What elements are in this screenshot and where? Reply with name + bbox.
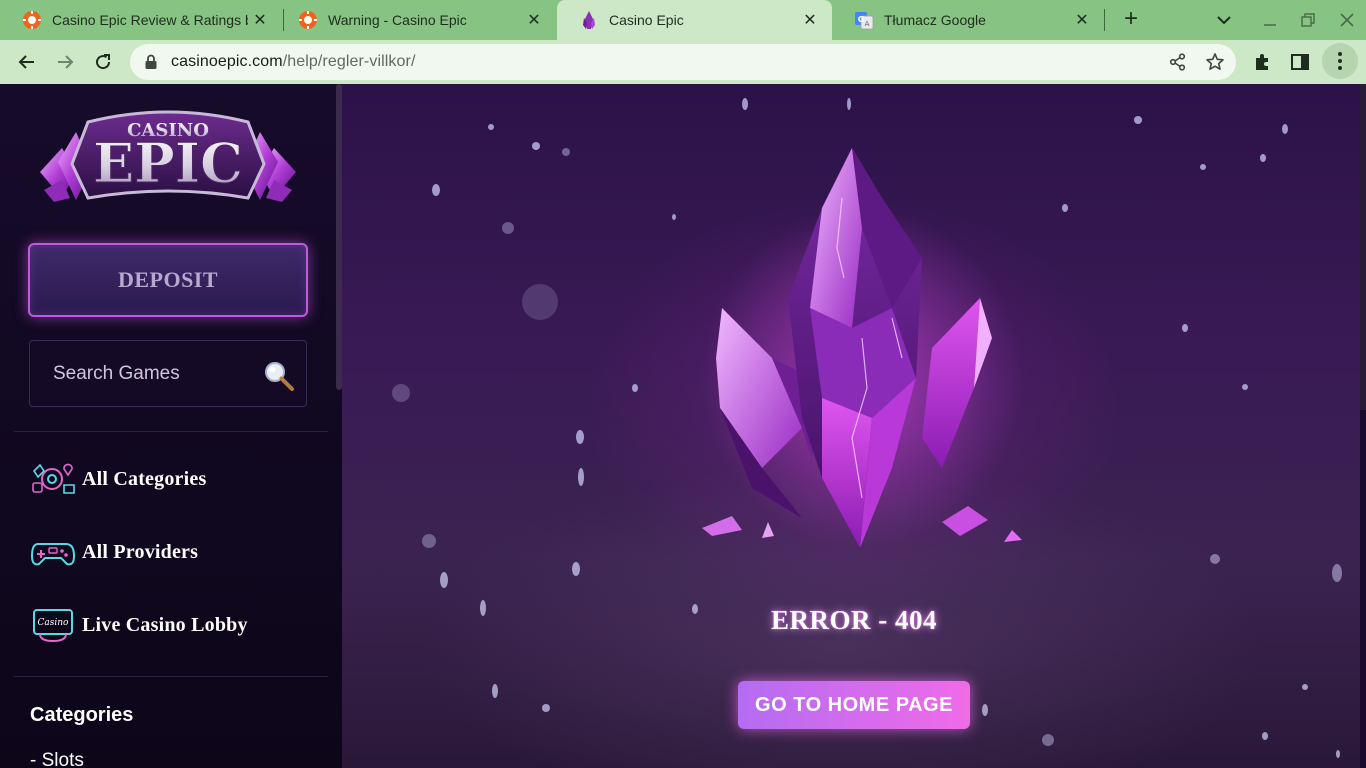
sidebar-item-label: All Categories bbox=[82, 467, 207, 490]
page-scrollbar[interactable] bbox=[1360, 84, 1366, 410]
particle bbox=[522, 284, 558, 320]
tab-close-icon[interactable]: ✕ bbox=[798, 8, 822, 32]
logo-main-text: EPIC bbox=[93, 131, 243, 195]
particle bbox=[572, 562, 580, 576]
gamepad-icon bbox=[30, 543, 76, 566]
google-translate-icon: GA bbox=[855, 12, 874, 30]
tab-title: Casino Epic Review & Ratings by bbox=[52, 12, 248, 28]
tab-casino-epic[interactable]: Casino Epic ✕ bbox=[557, 0, 832, 40]
particle bbox=[432, 184, 440, 196]
search-icon[interactable] bbox=[263, 360, 295, 392]
tab-close-icon[interactable]: ✕ bbox=[248, 8, 272, 32]
sidebar-divider bbox=[14, 431, 328, 432]
particle bbox=[982, 704, 988, 716]
tab-close-icon[interactable]: ✕ bbox=[522, 8, 546, 32]
particle bbox=[632, 384, 638, 392]
particle bbox=[742, 98, 748, 110]
purple-crystal-icon bbox=[583, 11, 595, 29]
back-icon[interactable] bbox=[14, 49, 40, 75]
tab-divider bbox=[1104, 9, 1105, 31]
tab-title: Casino Epic bbox=[609, 12, 684, 28]
url-path: /help/regler-villkor/ bbox=[282, 53, 416, 70]
search-input[interactable] bbox=[53, 361, 253, 387]
tab-strip: Casino Epic Review & Ratings by ✕ Warnin… bbox=[0, 0, 1366, 40]
casino-epic-logo[interactable]: CASINO EPIC bbox=[36, 102, 300, 224]
forward-icon[interactable] bbox=[52, 49, 78, 75]
bookmark-star-icon[interactable] bbox=[1204, 51, 1226, 73]
error-page: ERROR - 404 GO TO HOME PAGE bbox=[342, 84, 1360, 768]
particle bbox=[1062, 204, 1068, 212]
particle bbox=[1182, 324, 1188, 332]
particle bbox=[1242, 384, 1248, 390]
close-window-icon[interactable] bbox=[1335, 8, 1359, 32]
restore-icon[interactable] bbox=[1296, 8, 1320, 32]
tab-title: Warning - Casino Epic bbox=[328, 12, 467, 28]
particle bbox=[502, 222, 514, 234]
browser-toolbar: casinoepic.com/help/regler-villkor/ bbox=[0, 40, 1366, 84]
reload-icon[interactable] bbox=[90, 49, 116, 75]
side-panel-icon[interactable] bbox=[1288, 50, 1312, 74]
lock-icon[interactable] bbox=[144, 54, 158, 70]
sidebar-item-slots[interactable]: - Slots bbox=[30, 750, 84, 768]
particle bbox=[562, 148, 570, 156]
particle bbox=[542, 704, 550, 712]
particle bbox=[1262, 732, 1268, 740]
particle bbox=[492, 684, 498, 698]
error-heading: ERROR - 404 bbox=[771, 605, 937, 635]
url-domain: casinoepic.com bbox=[171, 53, 283, 70]
tab-google-translate[interactable]: GA Tłumacz Google ✕ bbox=[832, 0, 1104, 40]
sidebar-item-all-providers[interactable]: All Providers bbox=[30, 534, 198, 570]
particle bbox=[392, 384, 410, 402]
kebab-menu-icon[interactable] bbox=[1322, 43, 1358, 79]
orange-chip-icon bbox=[299, 11, 317, 29]
tab-warning-casino-epic[interactable]: Warning - Casino Epic ✕ bbox=[276, 0, 556, 40]
categories-icon bbox=[32, 463, 75, 494]
live-casino-icon-text: Casino bbox=[38, 618, 70, 628]
live-casino-icon: Casino bbox=[33, 609, 73, 643]
particle bbox=[488, 124, 494, 130]
tab-casino-epic-review[interactable]: Casino Epic Review & Ratings by ✕ bbox=[0, 0, 282, 40]
svg-text:A: A bbox=[865, 20, 870, 28]
particle bbox=[576, 430, 584, 444]
sidebar-item-label: Live Casino Lobby bbox=[82, 613, 248, 636]
svg-text:G: G bbox=[858, 15, 865, 24]
sidebar-divider bbox=[14, 676, 328, 677]
sidebar: CASINO EPIC DEPOSIT All Categories All P… bbox=[0, 84, 342, 768]
particle bbox=[1260, 154, 1266, 162]
sidebar-item-live-casino-lobby[interactable]: Casino Live Casino Lobby bbox=[30, 607, 248, 643]
sidebar-item-all-categories[interactable]: All Categories bbox=[30, 461, 206, 497]
tab-title: Tłumacz Google bbox=[884, 12, 986, 28]
orange-chip-icon bbox=[23, 11, 41, 29]
new-tab-button[interactable]: + bbox=[1118, 7, 1144, 33]
particle bbox=[440, 572, 448, 588]
minimize-icon[interactable] bbox=[1258, 8, 1282, 32]
particle bbox=[1336, 750, 1340, 758]
particle bbox=[578, 468, 584, 486]
deposit-button[interactable]: DEPOSIT bbox=[28, 243, 308, 317]
crystal-illustration bbox=[702, 148, 1022, 548]
search-box bbox=[29, 340, 307, 407]
particle bbox=[1210, 554, 1220, 564]
particle bbox=[1200, 164, 1206, 170]
sidebar-item-label: All Providers bbox=[82, 540, 199, 563]
categories-heading: Categories bbox=[30, 704, 134, 726]
address-bar[interactable]: casinoepic.com/help/regler-villkor/ bbox=[130, 44, 1236, 80]
particle bbox=[422, 534, 436, 548]
particle bbox=[847, 98, 851, 110]
particle bbox=[1332, 564, 1342, 582]
extensions-puzzle-icon[interactable] bbox=[1251, 50, 1275, 74]
particle bbox=[672, 214, 676, 220]
share-icon[interactable] bbox=[1167, 51, 1189, 73]
go-to-home-page-button[interactable]: GO TO HOME PAGE bbox=[738, 681, 970, 729]
particle bbox=[1302, 684, 1308, 690]
url-text[interactable]: casinoepic.com/help/regler-villkor/ bbox=[171, 53, 416, 71]
particle bbox=[532, 142, 540, 150]
particle bbox=[1282, 124, 1288, 134]
chevron-down-icon[interactable] bbox=[1212, 9, 1236, 31]
particle bbox=[1134, 116, 1142, 124]
tab-close-icon[interactable]: ✕ bbox=[1070, 8, 1094, 32]
particle bbox=[1042, 734, 1054, 746]
